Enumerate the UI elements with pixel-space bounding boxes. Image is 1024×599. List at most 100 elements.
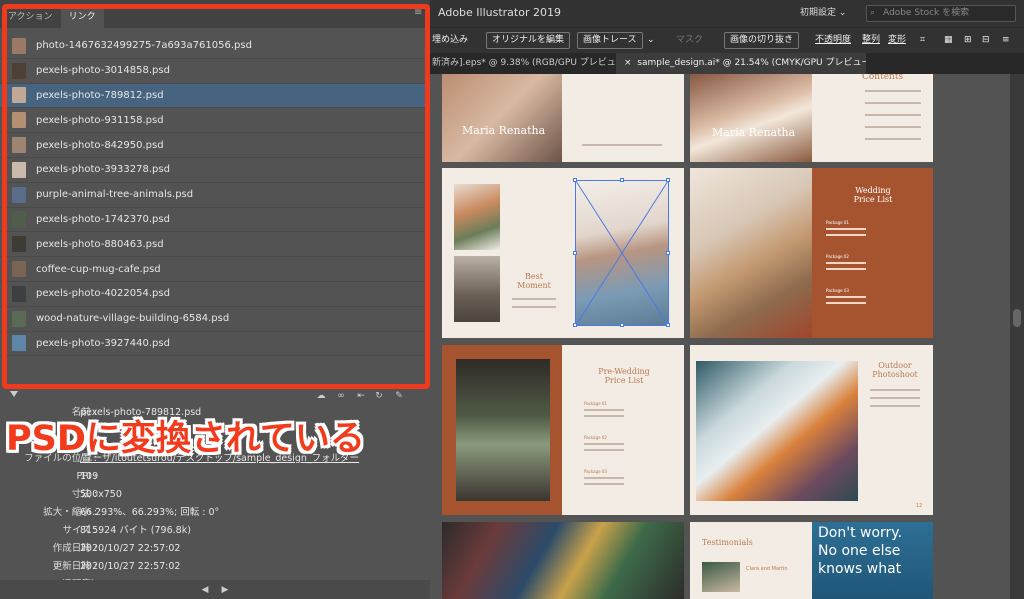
link-row[interactable]: pexels-photo-3014858.psd xyxy=(0,59,430,84)
vertical-scrollbar[interactable] xyxy=(1010,74,1024,599)
document-tabs: 新済み].eps* @ 9.38% (RGB/GPU プレビュー) × samp… xyxy=(430,53,1024,74)
spread-testimonials[interactable]: Testimonials Clara and Martin Don't worr… xyxy=(690,522,933,599)
resize-handle[interactable] xyxy=(666,178,670,182)
portrait-photo xyxy=(442,74,562,162)
link-row[interactable]: pexels-photo-4022054.psd xyxy=(0,282,430,307)
resize-handle[interactable] xyxy=(573,251,577,255)
link-row[interactable]: pexels-photo-1742370.psd xyxy=(0,208,430,233)
goto-link-icon[interactable]: ⇤ xyxy=(356,391,366,401)
document-tab-sample-design[interactable]: × sample_design.ai* @ 21.54% (CMYK/GPU プ… xyxy=(616,53,866,74)
link-filename: purple-animal-tree-animals.psd xyxy=(36,189,194,201)
link-row[interactable]: pexels-photo-842950.psd xyxy=(0,133,430,158)
wedding-price-page: Wedding Price List Package 01 Package 02… xyxy=(812,168,933,338)
clara-martin-label: Clara and Martin xyxy=(746,566,788,572)
menu-icon[interactable]: ≡ xyxy=(1002,32,1010,49)
text-line xyxy=(584,415,624,417)
link-row[interactable]: pexels-photo-931158.psd xyxy=(0,108,430,134)
spread-outdoor[interactable]: Outdoor Photoshoot 12 xyxy=(690,345,933,515)
link-filename: pexels-photo-842950.psd xyxy=(36,139,164,151)
wall-signs-photo xyxy=(442,522,684,599)
artboard-canvas[interactable]: Maria Renatha Maria Renatha Contents Bes… xyxy=(430,74,1010,599)
selection-bounding-box[interactable] xyxy=(573,178,670,327)
isolate-icon[interactable]: ⌗ xyxy=(920,32,925,49)
spread-contents[interactable]: Maria Renatha Contents xyxy=(690,74,933,162)
relink-icon[interactable]: ∞ xyxy=(336,391,346,401)
image-trace-chevron-icon[interactable]: ⌄ xyxy=(647,32,655,49)
info-row: 拡大・縮小 :66.293%、66.293%; 回転 : 0° xyxy=(0,504,430,522)
text-line xyxy=(870,397,920,399)
workspace-dropdown[interactable]: 初期設定 ⌄ xyxy=(800,6,846,21)
image-trace-button[interactable]: 画像トレース xyxy=(577,32,643,49)
align-icon[interactable]: ⊞ xyxy=(964,32,972,49)
link-row[interactable]: purple-animal-tree-animals.psd xyxy=(0,183,430,208)
align-button[interactable]: 整列 xyxy=(862,32,880,49)
close-icon[interactable]: × xyxy=(624,58,632,68)
text-line xyxy=(865,126,921,128)
maria-name-right: Maria Renatha xyxy=(712,126,796,139)
link-row[interactable]: wood-nature-village-building-6584.psd xyxy=(0,307,430,332)
link-row[interactable]: pexels-photo-3927440.psd xyxy=(0,332,430,357)
link-row[interactable]: pexels-photo-3933278.psd xyxy=(0,158,430,183)
spread-maria[interactable]: Maria Renatha xyxy=(442,74,684,162)
prev-arrow-icon[interactable]: ◀ xyxy=(199,584,211,596)
text-line xyxy=(826,228,866,230)
resize-handle[interactable] xyxy=(620,323,624,327)
package-1-label: Package 01 xyxy=(826,220,849,225)
edit-original-button[interactable]: オリジナルを編集 xyxy=(486,32,571,49)
title-bar: Adobe Illustrator 2019 初期設定 ⌄ ⌕ Adobe St… xyxy=(430,0,1024,27)
link-thumbnail xyxy=(12,87,26,104)
crop-image-button[interactable]: 画像の切り抜き xyxy=(724,32,800,49)
link-row[interactable]: pexels-photo-789812.psd xyxy=(0,83,430,109)
link-row[interactable]: coffee-cup-mug-cafe.psd xyxy=(0,257,430,282)
spread-wall-signs[interactable] xyxy=(442,522,684,599)
tab-links[interactable]: リンク xyxy=(60,6,104,28)
contents-heading: Contents xyxy=(862,74,904,82)
link-thumbnail xyxy=(12,186,26,203)
link-filename: pexels-photo-3014858.psd xyxy=(36,65,170,77)
resize-handle[interactable] xyxy=(620,178,624,182)
arrange-icon[interactable]: ▦ xyxy=(944,32,953,49)
opacity-button[interactable]: 不透明度 xyxy=(815,32,851,49)
text-line xyxy=(865,102,921,104)
link-row[interactable]: photo-1467632499275-7a693a761056.psd xyxy=(0,34,430,59)
text-line xyxy=(865,90,921,92)
text-line xyxy=(584,409,624,411)
app-title: Adobe Illustrator 2019 xyxy=(438,6,561,19)
distribute-icon[interactable]: ⊟ xyxy=(982,32,990,49)
edit-original-icon[interactable]: ✎ xyxy=(394,391,404,401)
package-3-label: Package 03 xyxy=(584,469,607,474)
resize-handle[interactable] xyxy=(666,251,670,255)
resize-handle[interactable] xyxy=(666,323,670,327)
testimonials-heading: Testimonials xyxy=(702,538,753,547)
embed-button[interactable]: 埋め込み xyxy=(432,32,468,49)
links-list: photo-1467632499275-7a693a761056.psd pexe… xyxy=(0,34,430,357)
panel-toolbar: ☁ ∞ ⇤ ↻ ✎ xyxy=(0,388,430,404)
transform-button[interactable]: 変形 xyxy=(888,32,906,49)
tab-actions[interactable]: アクション xyxy=(0,6,61,28)
text-line xyxy=(865,114,921,116)
stock-search-input[interactable]: ⌕ Adobe Stock を検索 xyxy=(866,5,1016,22)
info-value: 815924 バイト (796.8k) xyxy=(80,525,191,536)
info-row: サイズ :815924 バイト (796.8k) xyxy=(0,522,430,540)
link-row[interactable]: pexels-photo-880463.psd xyxy=(0,232,430,258)
panel-bottom-bar: ◀ ▶ xyxy=(0,580,430,599)
spread-best-moment[interactable]: Best Moment xyxy=(442,168,684,338)
info-value: 109 xyxy=(80,471,99,482)
spread-wedding-price[interactable]: Wedding Price List Package 01 Package 02… xyxy=(690,168,933,338)
panel-menu-icon[interactable]: ≡ xyxy=(414,8,424,18)
spread-pre-wedding[interactable]: Pre-Wedding Price List Package 01 Packag… xyxy=(442,345,684,515)
annotation-label: PSDに変換されている xyxy=(6,419,365,459)
scrollbar-thumb[interactable] xyxy=(1013,309,1021,327)
text-line xyxy=(584,477,624,479)
mask-button[interactable]: マスク xyxy=(676,32,703,49)
resize-handle[interactable] xyxy=(573,323,577,327)
window-plants-photo xyxy=(456,359,550,501)
update-link-icon[interactable]: ↻ xyxy=(374,391,384,401)
document-tab-eps[interactable]: 新済み].eps* @ 9.38% (RGB/GPU プレビュー) xyxy=(430,53,616,74)
resize-handle[interactable] xyxy=(573,178,577,182)
text-line xyxy=(870,389,920,391)
cc-library-icon[interactable]: ☁ xyxy=(316,391,326,401)
show-info-triangle-icon[interactable] xyxy=(10,391,18,397)
next-arrow-icon[interactable]: ▶ xyxy=(219,584,231,596)
text-line xyxy=(826,296,866,298)
